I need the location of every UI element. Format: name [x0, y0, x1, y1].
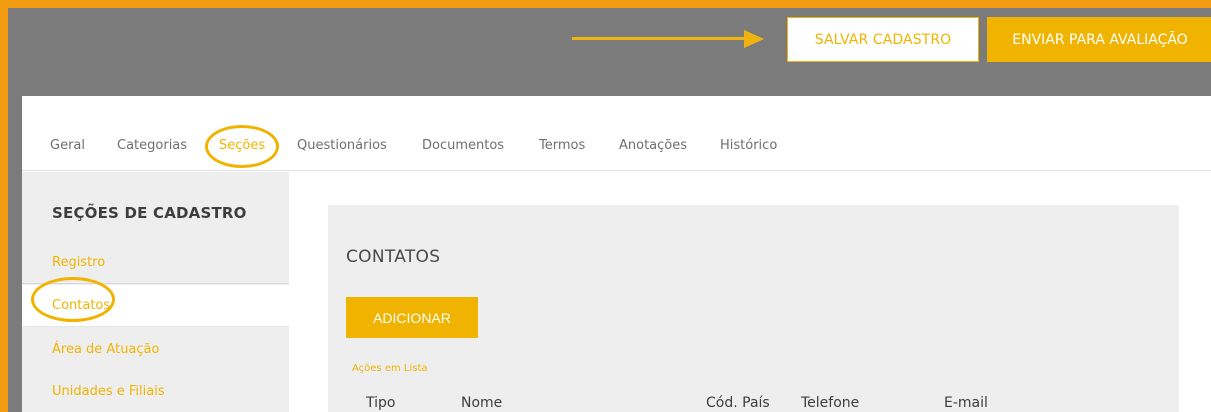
arrow-head-annotation	[744, 30, 764, 48]
column-header-nome[interactable]: Nome	[461, 395, 502, 411]
sidebar-item-unidades-e-filiais[interactable]: Unidades e Filiais	[22, 370, 289, 412]
sidebar-title: SEÇÕES DE CADASTRO	[52, 204, 247, 222]
tab-categorias[interactable]: Categorias	[117, 138, 187, 153]
save-registration-button[interactable]: SALVAR CADASTRO	[787, 17, 979, 62]
tab-documentos[interactable]: Documentos	[422, 138, 504, 153]
sidebar-item-area-de-atuacao[interactable]: Área de Atuação	[22, 328, 289, 370]
tab-geral[interactable]: Geral	[50, 138, 85, 153]
column-header-tipo[interactable]: Tipo	[366, 395, 395, 411]
add-contact-button[interactable]: ADICIONAR	[346, 297, 478, 338]
highlight-circle-tab	[205, 125, 279, 168]
tab-anotacoes[interactable]: Anotações	[619, 138, 687, 153]
app-window: SALVAR CADASTRO ENVIAR PARA AVALIAÇÃO Ge…	[8, 8, 1211, 412]
list-actions-link[interactable]: Ações em Lista	[352, 363, 428, 374]
send-for-review-button[interactable]: ENVIAR PARA AVALIAÇÃO	[987, 17, 1211, 62]
main-panel: Geral Categorias Seções Questionários Do…	[22, 96, 1211, 412]
tab-termos[interactable]: Termos	[539, 138, 585, 153]
arrow-annotation	[572, 37, 748, 40]
section-title: CONTATOS	[346, 247, 441, 267]
tab-historico[interactable]: Histórico	[720, 138, 777, 153]
column-header-telefone[interactable]: Telefone	[801, 395, 859, 411]
highlight-circle-sidebar	[31, 277, 115, 322]
tab-questionarios[interactable]: Questionários	[297, 138, 387, 153]
column-header-cod-pais[interactable]: Cód. País	[706, 395, 770, 411]
column-header-email[interactable]: E-mail	[944, 395, 988, 411]
contacts-section: CONTATOS ADICIONAR Ações em Lista Tipo N…	[328, 205, 1179, 412]
tab-bar: Geral Categorias Seções Questionários Do…	[22, 96, 1211, 171]
